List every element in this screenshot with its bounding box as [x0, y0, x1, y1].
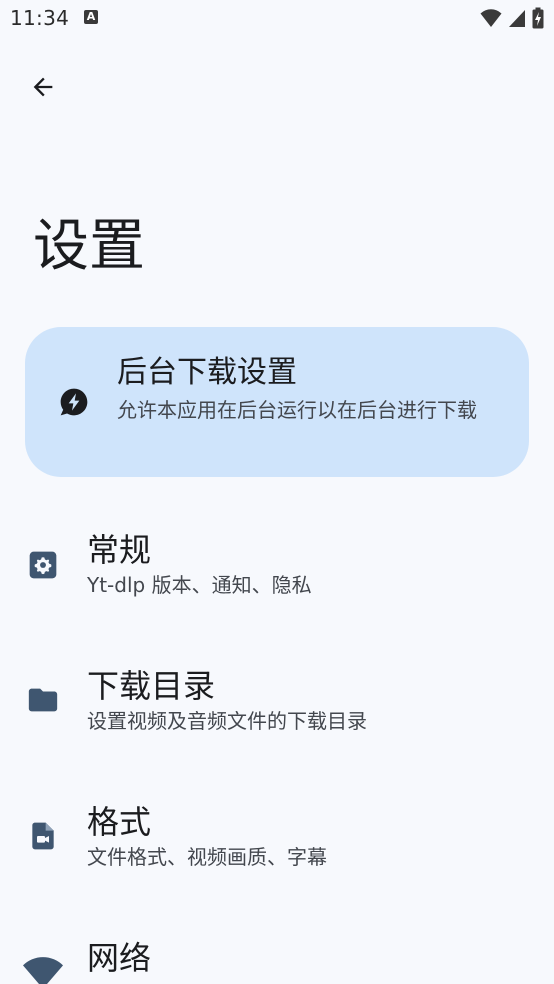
- item-description: Yt-dlp 版本、通知、隐私: [87, 573, 312, 597]
- back-button[interactable]: [22, 66, 64, 108]
- item-title: 常规: [87, 531, 152, 569]
- cell-signal-icon: [509, 10, 525, 27]
- item-title: 下载目录: [87, 667, 216, 705]
- item-title: 格式: [87, 803, 152, 841]
- banner-description: 允许本应用在后台运行以在后台进行下载: [117, 398, 477, 422]
- item-title: 网络: [87, 939, 152, 977]
- background-download-banner[interactable]: 后台下载设置 允许本应用在后台运行以在后台进行下载: [25, 327, 529, 477]
- wifi-icon: [22, 953, 64, 984]
- page-title: 设置: [33, 214, 145, 279]
- settings-item-format[interactable]: 格式 文件格式、视频画质、字幕: [0, 777, 554, 897]
- settings-item-download-directory[interactable]: 下载目录 设置视频及音频文件的下载目录: [0, 641, 554, 761]
- arrow-back-icon: [33, 77, 53, 97]
- banner-title: 后台下载设置: [117, 355, 297, 390]
- status-icons: [480, 7, 544, 29]
- notification-a-icon: A: [84, 10, 98, 24]
- gear-icon: [24, 546, 62, 584]
- video-file-icon: [24, 817, 62, 855]
- item-description: 文件格式、视频画质、字幕: [87, 845, 327, 869]
- settings-item-general[interactable]: 常规 Yt-dlp 版本、通知、隐私: [0, 505, 554, 625]
- item-description: 设置视频及音频文件的下载目录: [87, 709, 367, 733]
- battery-saver-bolt-icon: [60, 388, 88, 416]
- battery-charging-icon: [532, 7, 544, 29]
- status-bar: 11:34 A: [0, 0, 554, 38]
- status-time: 11:34: [10, 6, 70, 30]
- wifi-signal-icon: [480, 9, 502, 27]
- folder-icon: [24, 681, 62, 719]
- settings-item-network[interactable]: 网络: [0, 913, 554, 984]
